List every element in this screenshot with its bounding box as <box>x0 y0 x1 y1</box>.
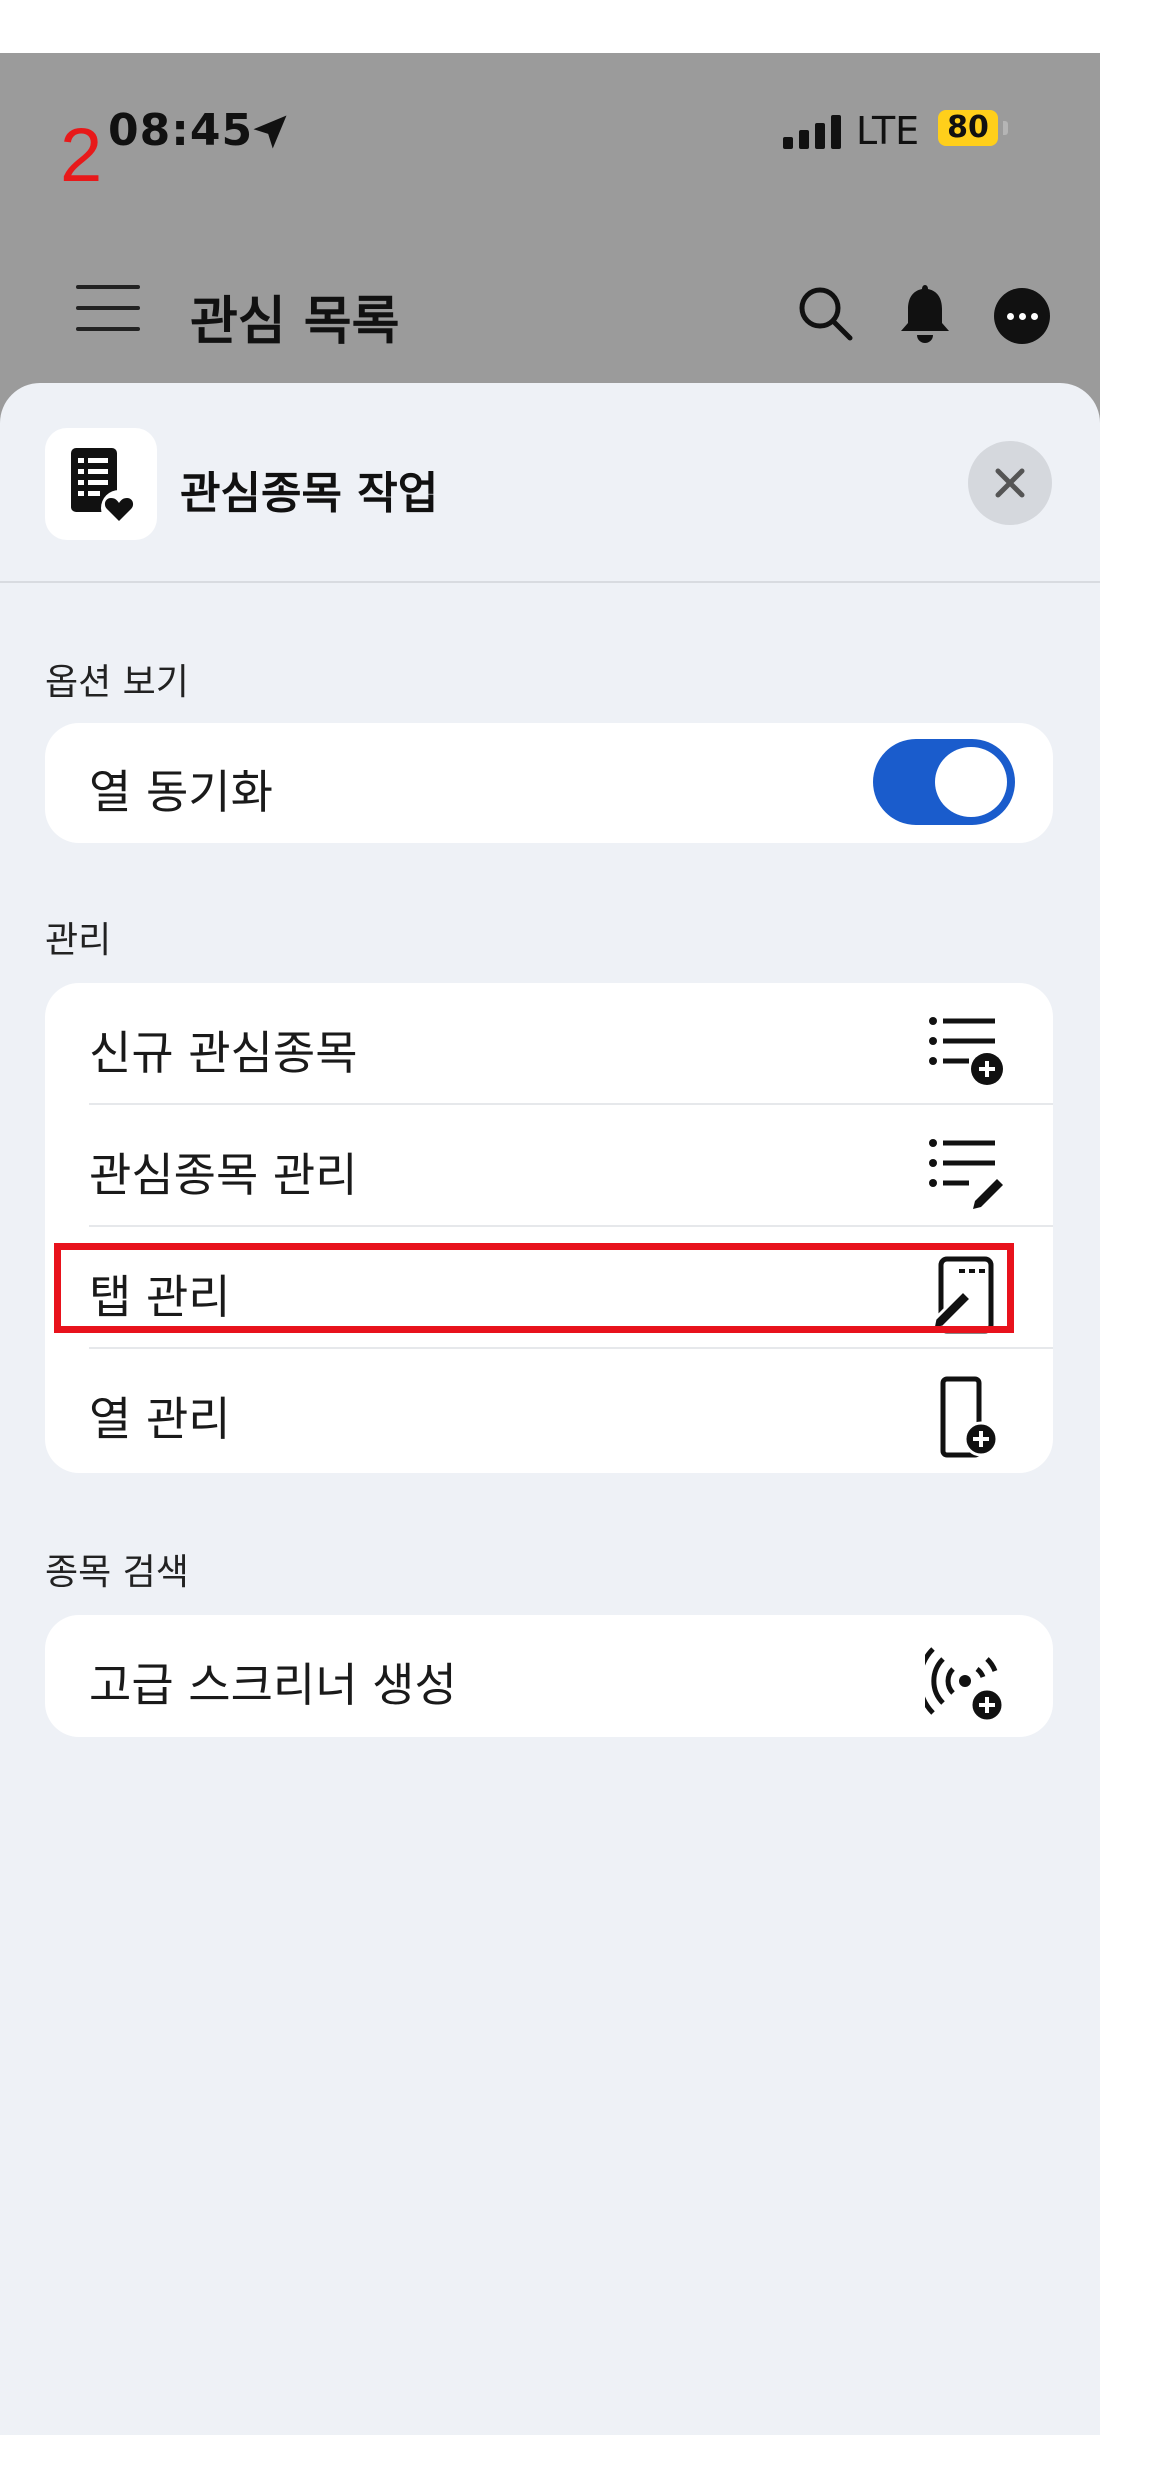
signal-bars-icon <box>783 115 841 149</box>
more-options-icon[interactable] <box>994 288 1050 344</box>
status-time: 08:45 <box>108 105 254 156</box>
close-icon <box>995 468 1025 498</box>
menu-item-new-watchlist[interactable]: 신규 관심종목 <box>45 983 1053 1105</box>
battery-cap <box>1003 121 1008 135</box>
sheet-header: 관심종목 작업 <box>0 383 1100 583</box>
row-label: 신규 관심종목 <box>89 1026 358 1080</box>
list-add-icon <box>929 1017 1003 1085</box>
row-label: 관심종목 관리 <box>89 1148 358 1202</box>
toggle-knob <box>935 747 1007 817</box>
column-sync-toggle[interactable] <box>873 739 1015 825</box>
column-sync-row: 열 동기화 <box>45 723 1053 843</box>
battery-icon: 80 <box>938 110 998 146</box>
section-label-view-options: 옵션 보기 <box>45 662 189 703</box>
page-title: 관심 목록 <box>190 292 400 352</box>
network-type: LTE <box>856 109 920 153</box>
section-label-manage: 관리 <box>45 920 112 961</box>
step-number-annotation: 2 <box>60 113 103 198</box>
menu-item-manage-columns[interactable]: 열 관리 <box>45 1349 1053 1471</box>
section-label-symbol-search: 종목 검색 <box>45 1552 189 1593</box>
row-label: 고급 스크리너 생성 <box>89 1658 457 1712</box>
watchlist-actions-sheet: 관심종목 작업 옵션 보기 열 동기화 관리 신규 관심종목 관심종목 관리 탭… <box>0 383 1100 2435</box>
hamburger-menu-icon[interactable] <box>76 285 140 331</box>
search-icon[interactable] <box>795 283 855 343</box>
menu-item-manage-watchlist[interactable]: 관심종목 관리 <box>45 1105 1053 1227</box>
menu-item-manage-tabs[interactable]: 탭 관리 <box>45 1227 1053 1349</box>
row-label: 열 동기화 <box>89 765 273 819</box>
view-options-card: 열 동기화 <box>45 723 1053 843</box>
sheet-title: 관심종목 작업 <box>180 468 439 519</box>
broadcast-add-icon <box>925 1647 1005 1723</box>
close-button[interactable] <box>968 441 1052 525</box>
tab-edit-icon <box>931 1256 994 1334</box>
watchlist-icon <box>45 428 157 540</box>
column-add-icon <box>940 1376 999 1458</box>
location-arrow-icon <box>253 115 287 149</box>
list-edit-icon <box>929 1139 1003 1209</box>
phone-screen: 2 08:45 LTE 80 관심 목록 관심종목 작업 옵션 보기 열 동기화… <box>0 53 1100 2435</box>
menu-item-create-screener[interactable]: 고급 스크리너 생성 <box>45 1615 1053 1737</box>
row-label: 열 관리 <box>89 1392 231 1446</box>
row-label: 탭 관리 <box>89 1270 231 1324</box>
bell-icon[interactable] <box>895 281 955 345</box>
symbol-search-card: 고급 스크리너 생성 <box>45 1615 1053 1737</box>
manage-card: 신규 관심종목 관심종목 관리 탭 관리 열 관리 <box>45 983 1053 1473</box>
